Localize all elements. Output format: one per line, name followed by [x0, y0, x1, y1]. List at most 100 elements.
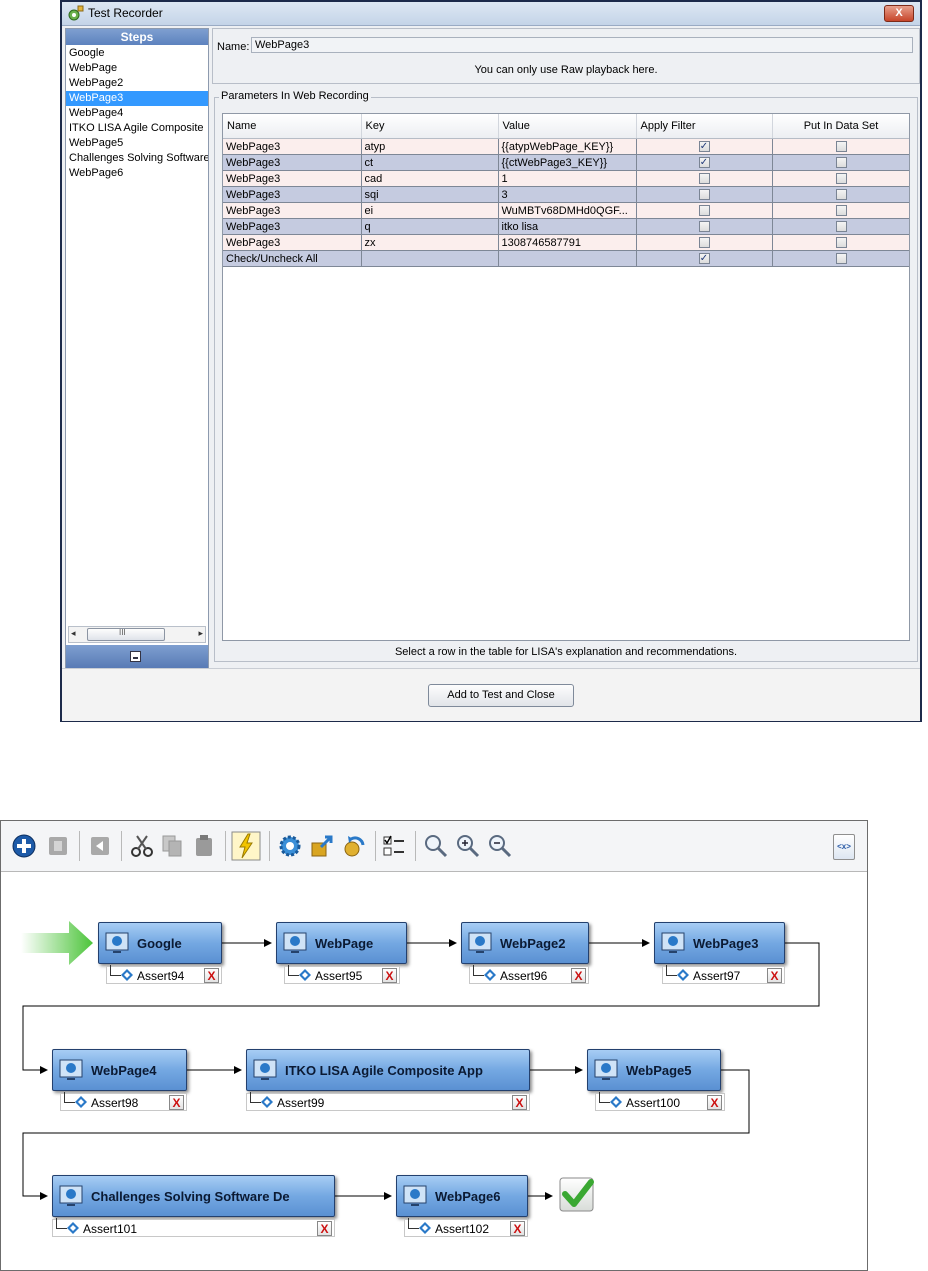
step-item-webpage5[interactable]: WebPage5 — [66, 136, 208, 151]
lightning-icon[interactable] — [231, 831, 261, 861]
zoom-out-icon[interactable] — [487, 833, 513, 859]
column-header-name[interactable]: Name — [223, 114, 362, 139]
remove-assertion-icon[interactable] — [204, 968, 219, 983]
cell-name: WebPage3 — [223, 154, 362, 171]
node-head[interactable]: WebPage2 — [461, 922, 589, 964]
delete-icon[interactable] — [45, 833, 71, 859]
assertion-row[interactable]: Assert95 — [284, 965, 400, 984]
remove-assertion-icon[interactable] — [169, 1095, 184, 1110]
apply-filter-all-checkbox[interactable]: ✓ — [698, 253, 710, 265]
table-row[interactable]: WebPage3 q itko lisa — [223, 218, 909, 235]
put-in-data-set-checkbox[interactable] — [836, 141, 847, 153]
apply-filter-checkbox[interactable]: ✓ — [698, 157, 710, 169]
node-head[interactable]: WebPage — [276, 922, 407, 964]
assertion-label: Assert96 — [500, 969, 548, 983]
column-header-put-in-data-set[interactable]: Put In Data Set — [772, 114, 909, 139]
assertion-row[interactable]: Assert98 — [60, 1092, 187, 1111]
node-head[interactable]: WebPage6 — [396, 1175, 528, 1217]
put-in-data-set-checkbox[interactable] — [836, 173, 847, 185]
zoom-icon[interactable] — [423, 833, 449, 859]
put-in-data-set-checkbox[interactable] — [836, 221, 847, 233]
close-button[interactable]: X — [884, 5, 914, 22]
paste-icon[interactable] — [191, 833, 217, 859]
step-item-webpage[interactable]: WebPage — [66, 61, 208, 76]
apply-filter-checkbox[interactable] — [698, 237, 710, 249]
assertion-row[interactable]: Assert96 — [469, 965, 589, 984]
title-bar[interactable]: Test Recorder X — [62, 2, 920, 26]
table-row[interactable]: WebPage3 ei WuMBTv68DMHd0QGF... — [223, 202, 909, 219]
add-step-icon[interactable] — [11, 833, 37, 859]
remove-assertion-icon[interactable] — [317, 1221, 332, 1236]
zoom-in-icon[interactable] — [455, 833, 481, 859]
step-item-webpage2[interactable]: WebPage2 — [66, 76, 208, 91]
table-row-check-all[interactable]: Check/Uncheck All ✓ — [223, 250, 909, 267]
node-head[interactable]: WebPage5 — [587, 1049, 721, 1091]
table-row[interactable]: WebPage3 ct {{ctWebPage3_KEY}} ✓ — [223, 154, 909, 171]
step-item-google[interactable]: Google — [66, 46, 208, 61]
remove-assertion-icon[interactable] — [767, 968, 782, 983]
apply-filter-checkbox[interactable] — [698, 173, 710, 185]
table-row[interactable]: WebPage3 sqi 3 — [223, 186, 909, 203]
gear-icon[interactable] — [277, 833, 303, 859]
cell-put-in-data-set — [772, 170, 909, 187]
put-in-data-set-all-checkbox[interactable] — [836, 253, 847, 265]
cut-icon[interactable] — [129, 833, 155, 859]
scroll-thumb[interactable]: III — [87, 628, 165, 641]
node-head[interactable]: ITKO LISA Agile Composite App — [246, 1049, 530, 1091]
assertion-row[interactable]: Assert100 — [595, 1092, 725, 1111]
collapse-icon[interactable] — [130, 651, 141, 662]
tree-connector — [408, 1218, 419, 1229]
remove-assertion-icon[interactable] — [707, 1095, 722, 1110]
remove-assertion-icon[interactable] — [510, 1221, 525, 1236]
copy-icon[interactable] — [159, 833, 185, 859]
apply-filter-checkbox[interactable]: ✓ — [698, 141, 710, 153]
step-item-challenges[interactable]: Challenges Solving Software — [66, 151, 208, 166]
scroll-right-arrow-icon[interactable]: ▸ — [198, 628, 203, 639]
remove-assertion-icon[interactable] — [512, 1095, 527, 1110]
step-item-webpage3[interactable]: WebPage3 — [66, 91, 208, 106]
assertion-row[interactable]: Assert102 — [404, 1218, 528, 1237]
table-row[interactable]: WebPage3 cad 1 — [223, 170, 909, 187]
xml-view-icon[interactable]: <x> — [833, 834, 855, 860]
step-item-itko-lisa[interactable]: ITKO LISA Agile Composite — [66, 121, 208, 136]
column-header-key[interactable]: Key — [361, 114, 499, 139]
add-to-test-and-close-button[interactable]: Add to Test and Close — [428, 684, 574, 707]
back-arrow-icon[interactable] — [87, 833, 113, 859]
table-row[interactable]: WebPage3 zx 1308746587791 — [223, 234, 909, 251]
remove-assertion-icon[interactable] — [382, 968, 397, 983]
checklist-icon[interactable] — [381, 833, 407, 859]
node-head[interactable]: Challenges Solving Software De — [52, 1175, 335, 1217]
apply-filter-checkbox[interactable] — [698, 221, 710, 233]
name-section: Name: WebPage3 You can only use Raw play… — [212, 28, 920, 84]
cell-apply-filter: ✓ — [636, 250, 773, 267]
step-item-webpage4[interactable]: WebPage4 — [66, 106, 208, 121]
table-row[interactable]: WebPage3 atyp {{atypWebPage_KEY}} ✓ — [223, 138, 909, 155]
assertion-row[interactable]: Assert99 — [246, 1092, 530, 1111]
put-in-data-set-checkbox[interactable] — [836, 205, 847, 217]
cell-value: 3 — [498, 186, 637, 203]
apply-filter-checkbox[interactable] — [698, 205, 710, 217]
put-in-data-set-checkbox[interactable] — [836, 237, 847, 249]
node-head[interactable]: Google — [98, 922, 222, 964]
column-header-apply-filter[interactable]: Apply Filter — [636, 114, 773, 139]
assertion-row[interactable]: Assert94 — [106, 965, 222, 984]
steps-horizontal-scrollbar[interactable]: ◂ III ▸ — [68, 626, 206, 643]
window-title: Test Recorder — [88, 6, 163, 20]
undo-icon[interactable] — [341, 833, 367, 859]
node-head[interactable]: WebPage4 — [52, 1049, 187, 1091]
step-item-webpage6[interactable]: WebPage6 — [66, 166, 208, 181]
put-in-data-set-checkbox[interactable] — [836, 157, 847, 169]
apply-filter-checkbox[interactable] — [698, 189, 710, 201]
column-header-value[interactable]: Value — [498, 114, 637, 139]
node-head[interactable]: WebPage3 — [654, 922, 785, 964]
put-in-data-set-checkbox[interactable] — [836, 189, 847, 201]
cell-value: {{atypWebPage_KEY}} — [498, 138, 637, 155]
deploy-icon[interactable] — [309, 833, 335, 859]
remove-assertion-icon[interactable] — [571, 968, 586, 983]
scroll-left-arrow-icon[interactable]: ◂ — [71, 628, 76, 639]
node-label: Challenges Solving Software De — [91, 1189, 290, 1204]
assertion-row[interactable]: Assert97 — [662, 965, 785, 984]
cell-apply-filter — [636, 218, 773, 235]
name-input[interactable]: WebPage3 — [251, 37, 913, 53]
assertion-row[interactable]: Assert101 — [52, 1218, 335, 1237]
